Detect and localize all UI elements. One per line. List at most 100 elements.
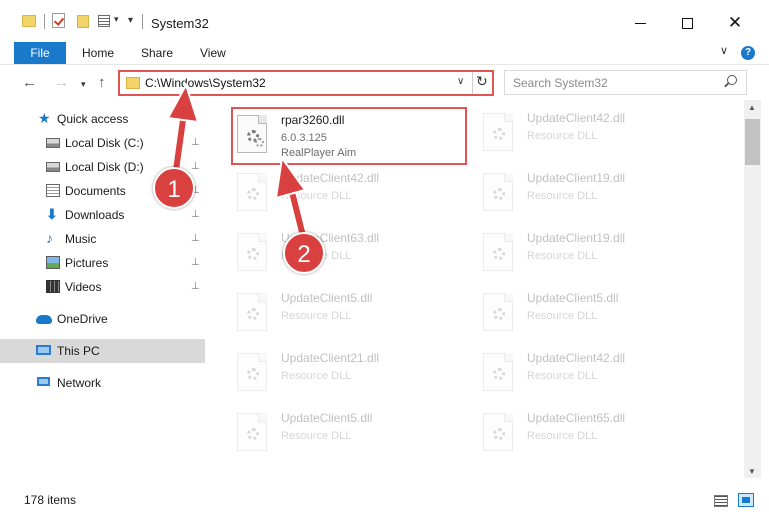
- file-item[interactable]: UpdateClient5.dll Resource DLL: [233, 407, 463, 459]
- ribbon-tabs: File Home Share View ∨ ?: [0, 42, 769, 64]
- sidebar-item-quick-access[interactable]: ★ Quick access: [0, 107, 205, 131]
- quick-access-dropdown-icon[interactable]: ▾: [128, 15, 133, 26]
- file-item-rpar3260[interactable]: rpar3260.dll 6.0.3.125 RealPlayer Aim: [231, 107, 467, 165]
- step-badge-2: 2: [283, 232, 325, 274]
- minimize-button[interactable]: [617, 8, 663, 38]
- refresh-icon[interactable]: ↻: [476, 73, 488, 90]
- file-description: Resource DLL: [281, 430, 352, 442]
- file-item[interactable]: UpdateClient65.dll Resource DLL: [479, 407, 709, 459]
- pin-icon[interactable]: ⊥: [191, 281, 200, 292]
- pin-icon[interactable]: ⊥: [191, 257, 200, 268]
- vertical-scrollbar[interactable]: ▲ ▼: [744, 100, 761, 478]
- dll-file-icon: [483, 113, 513, 151]
- file-item[interactable]: UpdateClient42.dll Resource DLL: [479, 347, 709, 399]
- sidebar-item-this-pc[interactable]: This PC: [0, 339, 205, 363]
- back-button[interactable]: ←: [22, 74, 37, 91]
- pin-icon[interactable]: ⊥: [191, 137, 200, 148]
- dll-file-icon: [237, 293, 267, 331]
- dll-file-icon: [483, 293, 513, 331]
- gear-icon: [247, 188, 259, 200]
- properties-check-icon[interactable]: [52, 13, 65, 28]
- gear-icon: [247, 248, 259, 260]
- pictures-icon: [46, 256, 60, 269]
- large-icons-view-icon[interactable]: [738, 493, 754, 507]
- file-name: UpdateClient65.dll: [527, 411, 626, 425]
- gear-icon: [247, 368, 259, 380]
- gear-icon: [493, 128, 505, 140]
- folder-icon[interactable]: [22, 15, 36, 27]
- file-item[interactable]: UpdateClient5.dll Resource DLL: [479, 287, 709, 339]
- sidebar-item-pictures[interactable]: Pictures ⊥: [0, 251, 205, 275]
- music-icon: ♪: [46, 230, 53, 246]
- gear-icon: [493, 368, 505, 380]
- scroll-down-icon[interactable]: ▼: [748, 467, 756, 476]
- details-view-icon[interactable]: [714, 495, 728, 507]
- pin-icon[interactable]: ⊥: [191, 161, 200, 172]
- up-button[interactable]: ↑: [98, 74, 106, 91]
- file-item[interactable]: UpdateClient19.dll Resource DLL: [479, 167, 709, 219]
- search-icon[interactable]: [727, 75, 737, 85]
- search-box[interactable]: [504, 70, 747, 95]
- pin-icon[interactable]: ⊥: [191, 209, 200, 220]
- chevron-down-icon[interactable]: ▾: [114, 14, 119, 25]
- address-bar[interactable]: C:\Windows\System32 ∨ ↻: [118, 70, 494, 96]
- customize-icon[interactable]: [98, 15, 110, 27]
- documents-icon: [46, 184, 60, 197]
- address-path[interactable]: C:\Windows\System32: [145, 76, 266, 90]
- file-item[interactable]: UpdateClient21.dll Resource DLL: [233, 347, 463, 399]
- sidebar-item-label: This PC: [57, 344, 100, 358]
- window-title: System32: [151, 16, 209, 31]
- file-description: Resource DLL: [527, 190, 598, 202]
- sidebar-item-local-disk-c[interactable]: Local Disk (C:) ⊥: [0, 131, 205, 155]
- dll-file-icon: [237, 173, 267, 211]
- file-item[interactable]: UpdateClient19.dll Resource DLL: [479, 227, 709, 279]
- downloads-icon: ⬇: [46, 206, 58, 222]
- tab-view[interactable]: View: [200, 46, 226, 60]
- file-item[interactable]: UpdateClient5.dll Resource DLL: [233, 287, 463, 339]
- sidebar-item-network[interactable]: Network: [0, 371, 205, 395]
- file-name: UpdateClient5.dll: [527, 291, 619, 305]
- file-description: Resource DLL: [527, 250, 598, 262]
- file-description: Resource DLL: [281, 310, 352, 322]
- file-name: UpdateClient42.dll: [281, 171, 380, 185]
- file-description: Resource DLL: [281, 370, 352, 382]
- maximize-button[interactable]: [664, 8, 710, 38]
- scrollbar-thumb[interactable]: [745, 119, 760, 165]
- sidebar-item-label: Pictures: [65, 256, 109, 270]
- forward-button[interactable]: →: [54, 74, 69, 91]
- sidebar-item-music[interactable]: ♪ Music ⊥: [0, 227, 205, 251]
- file-version: 6.0.3.125: [281, 132, 327, 144]
- file-item[interactable]: UpdateClient42.dll Resource DLL: [233, 167, 463, 219]
- gear-icon: [493, 308, 505, 320]
- scroll-up-icon[interactable]: ▲: [748, 103, 756, 112]
- sidebar-item-videos[interactable]: Videos ⊥: [0, 275, 205, 299]
- navigation-pane: ★ Quick access Local Disk (C:) ⊥ Local D…: [0, 100, 207, 478]
- expand-ribbon-icon[interactable]: ∨: [720, 44, 728, 57]
- sidebar-item-label: Local Disk (C:): [65, 136, 144, 150]
- pin-icon[interactable]: ⊥: [191, 233, 200, 244]
- new-folder-icon[interactable]: [77, 15, 89, 28]
- network-icon: [37, 377, 50, 386]
- gear-icon: [255, 138, 264, 147]
- file-description: RealPlayer Aim: [281, 147, 357, 159]
- recent-locations-button[interactable]: ▾: [81, 79, 86, 90]
- tab-share[interactable]: Share: [141, 46, 173, 60]
- help-icon[interactable]: ?: [741, 46, 755, 60]
- file-name: UpdateClient5.dll: [281, 411, 373, 425]
- file-item[interactable]: UpdateClient42.dll Resource DLL: [479, 107, 709, 159]
- file-item[interactable]: UpdateClient63.dll Resource DLL: [233, 227, 463, 279]
- tab-file[interactable]: File: [14, 42, 66, 64]
- tab-home[interactable]: Home: [82, 46, 114, 60]
- address-dropdown-icon[interactable]: ∨: [457, 76, 464, 87]
- minimize-icon: [634, 22, 646, 24]
- close-button[interactable]: ✕: [712, 8, 758, 38]
- folder-icon: [126, 77, 140, 89]
- star-icon: ★: [38, 110, 51, 126]
- search-input[interactable]: [505, 71, 719, 94]
- sidebar-item-onedrive[interactable]: OneDrive: [0, 307, 205, 331]
- item-count: 178 items: [24, 493, 77, 507]
- pc-icon: [36, 345, 51, 355]
- file-description: Resource DLL: [527, 370, 598, 382]
- file-description: Resource DLL: [527, 130, 598, 142]
- videos-icon: [46, 280, 60, 293]
